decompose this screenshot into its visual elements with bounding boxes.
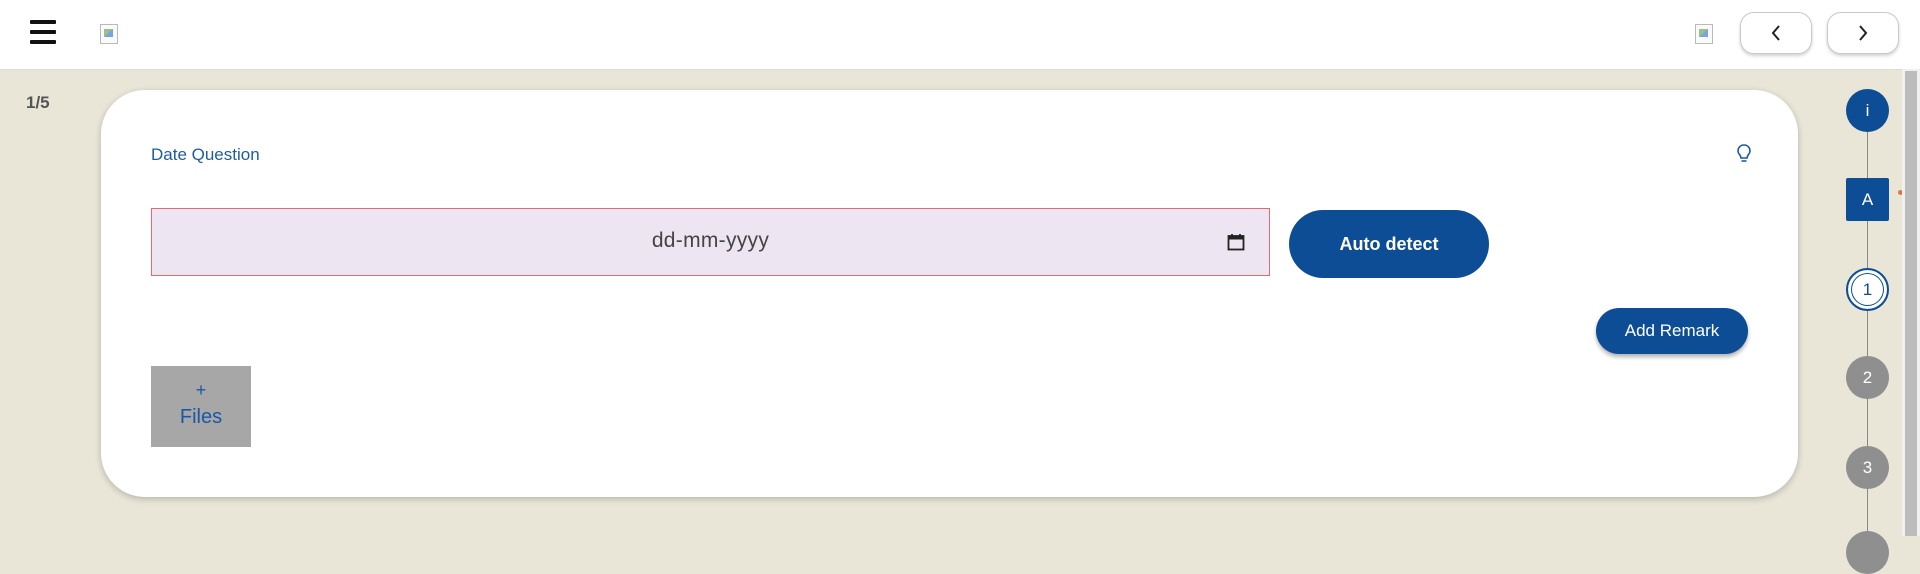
date-input[interactable]: dd-mm-yyyy (151, 208, 1270, 276)
add-files-button[interactable]: + Files (151, 366, 251, 447)
chevron-right-icon (1859, 25, 1868, 41)
hamburger-icon[interactable] (30, 20, 56, 46)
files-label: Files (179, 406, 223, 428)
lightbulb-icon[interactable] (1735, 143, 1753, 165)
chevron-left-icon (1771, 25, 1780, 41)
date-placeholder: dd-mm-yyyy (651, 229, 770, 252)
plus-icon: + (195, 380, 207, 400)
scrollbar-thumb[interactable] (1905, 71, 1917, 536)
step-a[interactable]: A (1846, 178, 1889, 221)
calendar-icon[interactable] (1227, 233, 1245, 251)
add-remark-button[interactable]: Add Remark (1596, 308, 1748, 354)
page-counter: 1/5 (26, 93, 50, 112)
question-title: Date Question (151, 145, 260, 164)
question-card: Date Question dd-mm-yyyy Auto detect Add… (101, 90, 1798, 497)
step-1[interactable]: 1 (1846, 268, 1889, 311)
logo-image (100, 24, 118, 44)
step-info[interactable]: i (1846, 89, 1889, 132)
profile-image[interactable] (1695, 24, 1713, 44)
step-4[interactable] (1846, 531, 1889, 574)
top-bar (0, 0, 1920, 70)
step-2[interactable]: 2 (1846, 356, 1889, 399)
previous-button[interactable] (1740, 12, 1812, 54)
next-button[interactable] (1827, 12, 1899, 54)
scrollbar[interactable] (1902, 69, 1920, 536)
auto-detect-button[interactable]: Auto detect (1289, 210, 1489, 278)
step-3[interactable]: 3 (1846, 446, 1889, 489)
